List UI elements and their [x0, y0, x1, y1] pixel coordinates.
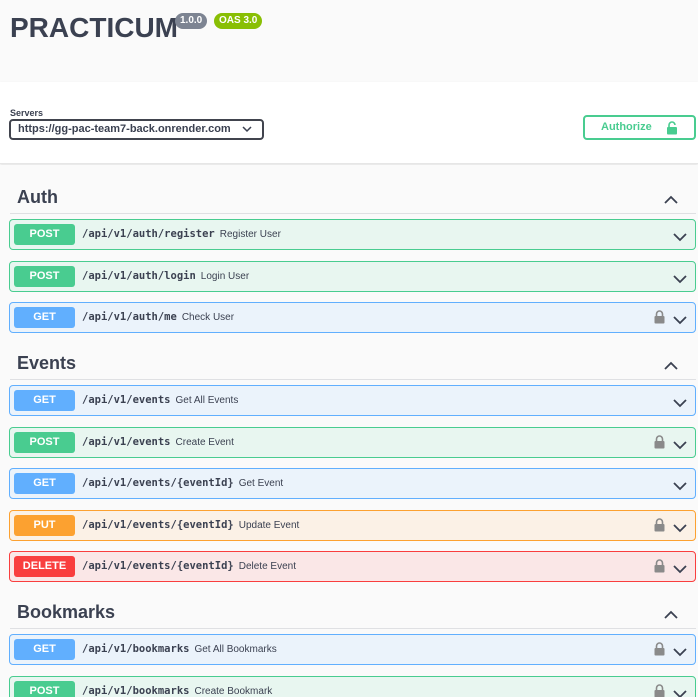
operation-summary: Get All Events — [175, 395, 239, 406]
chevron-down-icon[interactable] — [673, 520, 687, 538]
method-badge: POST — [14, 681, 75, 697]
tag-section-auth[interactable]: Auth — [10, 178, 696, 214]
operation-path: /api/v1/events/{eventId} — [82, 477, 234, 489]
authorize-button[interactable]: Authorize — [583, 115, 696, 140]
servers-label: Servers — [10, 108, 44, 118]
operation-summary: Create Event — [175, 437, 234, 448]
method-badge: DELETE — [14, 556, 75, 577]
method-badge: POST — [14, 432, 75, 453]
chevron-up-icon[interactable] — [664, 192, 678, 210]
operation-put[interactable]: PUT/api/v1/events/{eventId} Update Event — [9, 510, 696, 541]
chevron-down-icon[interactable] — [673, 437, 687, 455]
operation-path-wrap: /api/v1/events/{eventId} Get Event — [82, 477, 283, 489]
operation-get[interactable]: GET/api/v1/bookmarks Get All Bookmarks — [9, 634, 696, 665]
lock-icon[interactable] — [654, 310, 665, 329]
operation-summary: Update Event — [238, 520, 300, 531]
operation-get[interactable]: GET/api/v1/auth/me Check User — [9, 302, 696, 333]
chevron-up-icon[interactable] — [664, 607, 678, 625]
operation-delete[interactable]: DELETE/api/v1/events/{eventId} Delete Eve… — [9, 551, 696, 582]
operation-get[interactable]: GET/api/v1/events Get All Events — [9, 385, 696, 416]
operation-post[interactable]: POST/api/v1/bookmarks Create Bookmark — [9, 676, 696, 697]
tag-title: Bookmarks — [17, 602, 116, 622]
chevron-down-icon[interactable] — [673, 229, 687, 247]
operation-path: /api/v1/events/{eventId} — [82, 560, 234, 572]
lock-icon[interactable] — [654, 642, 665, 661]
operation-path-wrap: /api/v1/auth/login Login User — [82, 270, 249, 282]
server-select-value: https://gg-pac-team7-back.onrender.com — [18, 123, 231, 135]
operation-post[interactable]: POST/api/v1/events Create Event — [9, 427, 696, 458]
scheme-container: Servers https://gg-pac-team7-back.onrend… — [0, 82, 698, 164]
operation-summary: Login User — [200, 271, 250, 282]
operation-path: /api/v1/bookmarks — [82, 643, 190, 655]
chevron-down-icon[interactable] — [673, 644, 687, 662]
operation-post[interactable]: POST/api/v1/auth/register Register User — [9, 219, 696, 250]
operation-path-wrap: /api/v1/events Get All Events — [82, 394, 238, 406]
operation-path-wrap: /api/v1/auth/me Check User — [82, 311, 234, 323]
operation-path: /api/v1/events — [82, 394, 171, 406]
version-badge: 1.0.0 — [175, 13, 208, 29]
api-title: PRACTICUM — [10, 12, 178, 43]
tag-section-events[interactable]: Events — [10, 344, 696, 380]
lock-icon[interactable] — [654, 435, 665, 454]
method-badge: POST — [14, 224, 75, 245]
tag-section-bookmarks[interactable]: Bookmarks — [10, 593, 696, 629]
method-badge: GET — [14, 390, 75, 411]
operation-summary: Delete Event — [238, 561, 296, 572]
method-badge: PUT — [14, 515, 75, 536]
chevron-down-icon[interactable] — [673, 312, 687, 330]
method-badge: GET — [14, 639, 75, 660]
operation-path: /api/v1/auth/login — [82, 270, 196, 282]
method-badge: GET — [14, 307, 75, 328]
operation-path: /api/v1/events/{eventId} — [82, 519, 234, 531]
lock-icon[interactable] — [654, 518, 665, 537]
operation-summary: Get All Bookmarks — [194, 644, 277, 655]
operation-path-wrap: /api/v1/events Create Event — [82, 436, 234, 448]
tag-title: Auth — [17, 187, 58, 207]
chevron-down-icon — [242, 121, 252, 144]
operation-path-wrap: /api/v1/auth/register Register User — [82, 228, 281, 240]
operation-summary: Create Bookmark — [194, 686, 273, 697]
server-select[interactable]: https://gg-pac-team7-back.onrender.com — [9, 119, 264, 140]
operation-post[interactable]: POST/api/v1/auth/login Login User — [9, 261, 696, 292]
operation-path-wrap: /api/v1/bookmarks Get All Bookmarks — [82, 643, 277, 655]
method-badge: POST — [14, 266, 75, 287]
tag-title: Events — [17, 353, 77, 373]
chevron-down-icon[interactable] — [673, 395, 687, 413]
method-badge: GET — [14, 473, 75, 494]
chevron-up-icon[interactable] — [664, 358, 678, 376]
operation-path-wrap: /api/v1/bookmarks Create Bookmark — [82, 685, 272, 697]
authorize-label: Authorize — [601, 121, 652, 133]
unlock-icon — [666, 121, 678, 143]
operation-path: /api/v1/events — [82, 436, 171, 448]
operation-path-wrap: /api/v1/events/{eventId} Delete Event — [82, 560, 296, 572]
chevron-down-icon[interactable] — [673, 478, 687, 496]
api-info-header: PRACTICUM 1.0.0 OAS 3.0 — [0, 0, 698, 82]
operation-summary: Get Event — [238, 478, 284, 489]
chevron-down-icon[interactable] — [673, 561, 687, 579]
oas-badge: OAS 3.0 — [214, 13, 263, 29]
operation-summary: Check User — [181, 312, 235, 323]
operation-path: /api/v1/auth/me — [82, 311, 177, 323]
operations-wrapper: Auth POST/api/v1/auth/register Register Us… — [0, 165, 698, 697]
lock-icon[interactable] — [654, 684, 665, 697]
operation-get[interactable]: GET/api/v1/events/{eventId} Get Event — [9, 468, 696, 499]
operation-path-wrap: /api/v1/events/{eventId} Update Event — [82, 519, 299, 531]
lock-icon[interactable] — [654, 559, 665, 578]
operation-summary: Register User — [219, 229, 281, 240]
chevron-down-icon[interactable] — [673, 271, 687, 289]
chevron-down-icon[interactable] — [673, 686, 687, 697]
operation-path: /api/v1/auth/register — [82, 228, 215, 240]
operation-path: /api/v1/bookmarks — [82, 685, 190, 697]
